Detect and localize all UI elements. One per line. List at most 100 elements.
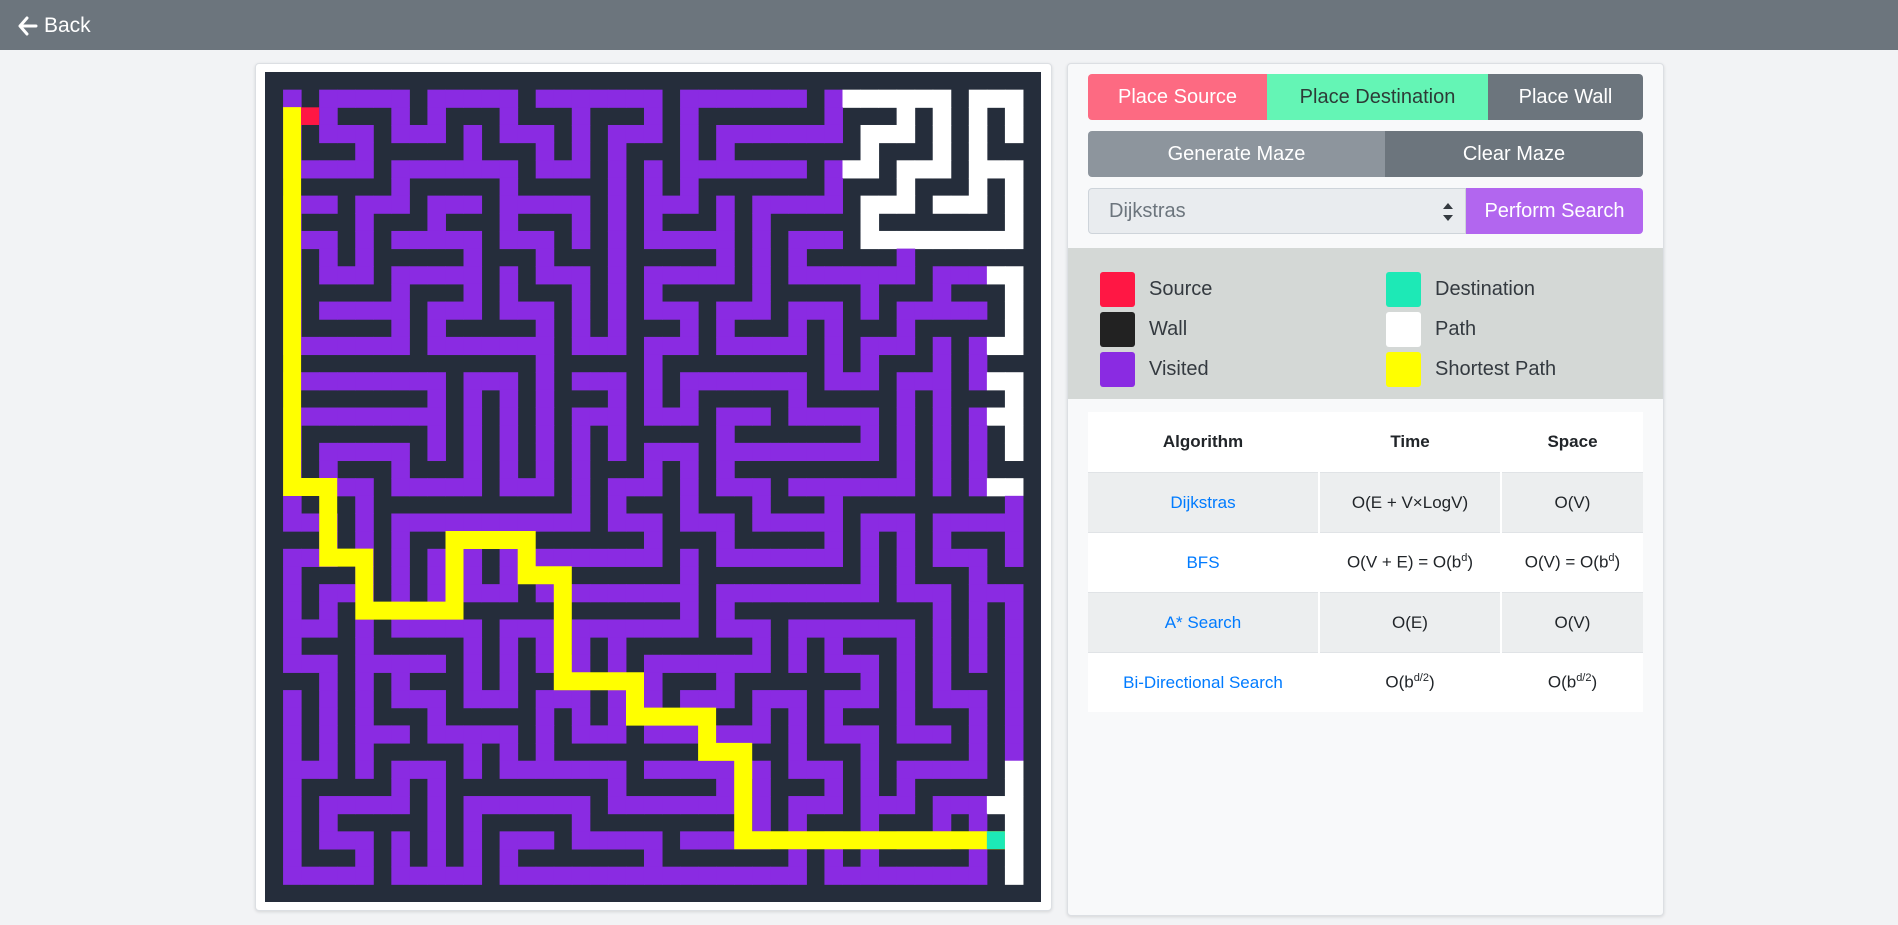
maze-cell xyxy=(535,760,555,779)
maze-cell xyxy=(842,372,862,391)
maze-cell xyxy=(571,831,591,850)
maze-cell xyxy=(788,407,807,426)
maze-cell xyxy=(896,513,916,532)
maze-cell xyxy=(643,336,663,356)
maze-cell xyxy=(499,619,519,638)
maze-cell xyxy=(842,89,862,108)
maze-cell xyxy=(535,389,555,409)
maze-cell xyxy=(896,478,916,497)
maze-cell xyxy=(499,672,519,691)
maze-cell xyxy=(319,601,338,620)
maze-cell xyxy=(680,107,699,126)
maze-cell xyxy=(319,866,338,885)
maze-cell xyxy=(716,760,735,779)
maze-cell xyxy=(463,760,483,779)
maze-cell xyxy=(643,283,663,303)
maze-cell xyxy=(878,513,898,532)
maze-cell xyxy=(914,725,934,744)
maze-cell xyxy=(391,407,410,426)
maze-cell xyxy=(1004,707,1024,726)
maze-cell xyxy=(643,619,663,638)
maze-cell xyxy=(788,478,807,497)
maze-cell xyxy=(734,89,753,108)
maze-cell xyxy=(337,796,356,815)
maze-cell xyxy=(734,336,753,356)
maze-cell xyxy=(788,301,807,320)
maze-grid[interactable] xyxy=(265,72,1041,902)
maze-cell xyxy=(373,301,392,320)
maze-cell xyxy=(445,619,465,638)
maze-cell xyxy=(968,478,988,497)
algorithm-link-bfs[interactable]: BFS xyxy=(1088,532,1319,593)
maze-cell xyxy=(427,725,446,744)
place-wall-button[interactable]: Place Wall xyxy=(1488,74,1643,120)
maze-cell xyxy=(662,866,681,885)
maze-cell xyxy=(1004,619,1024,638)
maze-cell xyxy=(932,619,952,638)
maze-cell xyxy=(950,690,970,709)
maze-cell xyxy=(932,266,952,285)
maze-cell xyxy=(463,442,483,462)
maze-cell xyxy=(463,124,483,144)
maze-cell xyxy=(355,372,374,391)
maze-cell xyxy=(643,372,663,391)
maze-cell xyxy=(607,407,627,426)
maze-cell xyxy=(355,124,374,144)
maze-cell xyxy=(355,637,374,656)
maze-cell xyxy=(499,425,519,444)
maze-cell xyxy=(968,619,988,638)
maze-cell xyxy=(932,796,952,815)
maze-cell xyxy=(283,796,302,815)
maze-cell xyxy=(373,89,392,108)
maze-cell xyxy=(535,160,555,179)
maze-cell xyxy=(355,248,374,267)
maze-cell xyxy=(716,124,735,144)
maze-cell xyxy=(878,230,898,250)
maze-cell xyxy=(553,513,573,532)
maze-cell xyxy=(932,760,952,779)
maze-cell xyxy=(932,301,952,320)
algorithm-select[interactable]: Dijkstras xyxy=(1088,188,1466,234)
maze-cell xyxy=(481,796,501,815)
clear-maze-button[interactable]: Clear Maze xyxy=(1385,131,1643,177)
maze-cell xyxy=(896,195,916,214)
algorithm-link-bi-directional[interactable]: Bi-Directional Search xyxy=(1088,652,1319,712)
maze-cell xyxy=(463,389,483,409)
maze-cell xyxy=(337,831,356,850)
maze-cell xyxy=(499,690,519,709)
maze-cell xyxy=(968,654,988,673)
algorithm-link-a-star[interactable]: A* Search xyxy=(1088,592,1319,653)
maze-cell xyxy=(860,283,880,303)
maze-cell xyxy=(643,672,663,691)
select-caret-icon xyxy=(1443,203,1453,221)
maze-cell xyxy=(734,442,753,462)
maze-cell xyxy=(319,460,338,479)
back-button[interactable]: Back xyxy=(18,13,91,39)
maze-cell xyxy=(788,124,807,144)
algorithm-link-dijkstras[interactable]: Dijkstras xyxy=(1088,472,1319,533)
maze-cell xyxy=(662,230,681,250)
maze-cell xyxy=(319,725,338,744)
maze-cell xyxy=(571,266,591,285)
maze-cell xyxy=(1004,425,1024,444)
maze-cell xyxy=(824,531,843,550)
maze-cell xyxy=(517,301,537,320)
place-source-button[interactable]: Place Source xyxy=(1088,74,1267,120)
maze-cell xyxy=(860,654,880,673)
place-destination-button[interactable]: Place Destination xyxy=(1267,74,1488,120)
perform-search-button[interactable]: Perform Search xyxy=(1466,188,1643,234)
maze-cell xyxy=(680,389,699,409)
maze-cell xyxy=(860,372,880,391)
maze-cell xyxy=(860,866,880,885)
maze-cell xyxy=(932,89,952,108)
maze-cell xyxy=(571,584,591,603)
maze-cell xyxy=(643,266,663,285)
generate-maze-button[interactable]: Generate Maze xyxy=(1088,131,1385,177)
maze-cell xyxy=(571,336,591,356)
maze-cell xyxy=(607,548,627,567)
maze-cell xyxy=(463,743,483,762)
maze-cell xyxy=(355,796,374,815)
maze-cell xyxy=(571,460,591,479)
maze-cell xyxy=(499,637,519,656)
maze-cell xyxy=(824,319,843,338)
